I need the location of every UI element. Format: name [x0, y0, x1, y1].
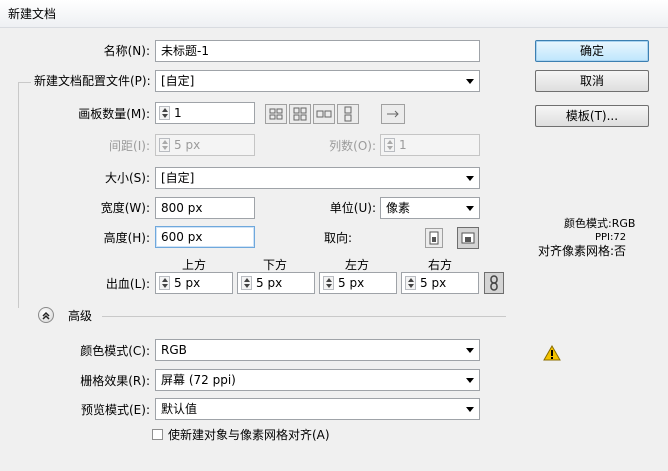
preview-mode-label: 预览模式(E): [81, 403, 150, 417]
arrange-by-column-icon [344, 106, 352, 122]
arrange-by-column-button[interactable] [337, 104, 359, 124]
width-label: 宽度(W): [100, 201, 150, 215]
group-frame [18, 82, 31, 308]
profile-select[interactable]: [自定] [155, 70, 480, 92]
bleed-top-input[interactable]: 5 px [155, 272, 233, 294]
stepper-icon[interactable] [323, 276, 334, 290]
name-input-value: 未标题-1 [161, 44, 209, 58]
size-select-value: [自定] [161, 171, 195, 185]
bleed-left-label: 左方 [345, 258, 370, 272]
profile-label: 新建文档配置文件(P): [34, 74, 151, 88]
stepper-icon [384, 138, 395, 152]
columns-input[interactable]: 1 [380, 134, 480, 156]
bleed-left-input[interactable]: 5 px [319, 272, 397, 294]
stepper-icon[interactable] [159, 276, 170, 290]
name-input[interactable]: 未标题-1 [155, 40, 480, 62]
columns-value: 1 [399, 138, 407, 152]
width-value: 800 px [161, 201, 203, 215]
bleed-bottom-label: 下方 [263, 258, 288, 272]
bleed-bottom-input[interactable]: 5 px [237, 272, 315, 294]
raster-effects-select[interactable]: 屏幕 (72 ppi) [155, 369, 480, 391]
chevron-down-icon [466, 407, 474, 412]
bleed-right-label: 右方 [428, 258, 453, 272]
size-select[interactable]: [自定] [155, 167, 480, 189]
portrait-button[interactable] [425, 228, 443, 248]
units-select[interactable]: 像素 [380, 197, 480, 219]
chevron-down-icon [466, 348, 474, 353]
stepper-icon [159, 138, 170, 152]
group-frame-top [18, 82, 31, 83]
stepper-icon[interactable] [405, 276, 416, 290]
bleed-left-value: 5 px [338, 276, 365, 290]
advanced-divider [102, 316, 506, 317]
landscape-icon [461, 232, 475, 244]
align-pixel-grid-checkbox[interactable] [152, 429, 163, 440]
artboard-count-label: 画板数量(M): [78, 107, 150, 121]
size-label: 大小(S): [104, 171, 150, 185]
raster-effects-value: 屏幕 (72 ppi) [161, 373, 236, 387]
window-title: 新建文档 [8, 7, 57, 21]
color-mode-label: 颜色模式(C): [80, 344, 150, 358]
warning-icon [543, 345, 561, 361]
advanced-toggle[interactable] [38, 307, 54, 323]
grid-by-row-icon [269, 108, 283, 120]
units-select-value: 像素 [386, 201, 411, 215]
grid-by-column-button[interactable] [289, 104, 311, 124]
preview-mode-value: 默认值 [161, 402, 198, 416]
cancel-button[interactable]: 取消 [535, 70, 649, 92]
raster-effects-label: 栅格效果(R): [80, 374, 150, 388]
ok-button[interactable]: 确定 [535, 40, 649, 62]
landscape-button[interactable] [457, 227, 479, 249]
stepper-icon[interactable] [159, 106, 170, 120]
chevron-down-icon [466, 378, 474, 383]
grid-by-column-icon [293, 107, 307, 121]
spacing-label: 间距(I): [109, 139, 150, 153]
advanced-label: 高级 [68, 309, 93, 323]
color-mode-select[interactable]: RGB [155, 339, 480, 361]
right-to-left-button[interactable] [381, 104, 405, 124]
align-pixel-grid-label[interactable]: 使新建对象与像素网格对齐(A) [168, 427, 330, 443]
link-bleed-button[interactable] [484, 272, 504, 294]
bleed-right-value: 5 px [420, 276, 447, 290]
arrange-by-row-icon [316, 110, 332, 118]
units-label: 单位(U): [329, 201, 376, 215]
artboard-count-input[interactable]: 1 [155, 102, 255, 124]
chevron-down-icon [466, 176, 474, 181]
height-input[interactable]: 600 px [155, 226, 255, 248]
width-input[interactable]: 800 px [155, 197, 255, 219]
profile-select-value: [自定] [161, 74, 195, 88]
spacing-value: 5 px [174, 138, 201, 152]
templates-button[interactable]: 模板(T)... [535, 105, 649, 127]
info-pixel-grid: 对齐像素网格:否 [538, 244, 627, 258]
stepper-icon[interactable] [241, 276, 252, 290]
bleed-top-value: 5 px [174, 276, 201, 290]
bleed-bottom-value: 5 px [256, 276, 283, 290]
chevron-down-icon [466, 206, 474, 211]
orientation-label: 取向: [324, 231, 353, 245]
columns-label: 列数(O): [329, 139, 376, 153]
artboard-count-value: 1 [174, 106, 182, 120]
arrange-by-row-button[interactable] [313, 104, 335, 124]
spacing-input[interactable]: 5 px [155, 134, 255, 156]
link-icon [490, 275, 498, 291]
height-label: 高度(H): [103, 231, 150, 245]
title-bar: 新建文档 [0, 0, 668, 28]
bleed-right-input[interactable]: 5 px [401, 272, 479, 294]
arrow-right-icon [387, 110, 399, 118]
preview-mode-select[interactable]: 默认值 [155, 398, 480, 420]
grid-by-row-button[interactable] [265, 104, 287, 124]
name-label: 名称(N): [103, 44, 150, 58]
portrait-icon [429, 231, 439, 245]
bleed-top-label: 上方 [182, 258, 207, 272]
color-mode-value: RGB [161, 343, 187, 357]
chevron-down-icon [466, 79, 474, 84]
chevron-up-icon [42, 311, 50, 320]
bleed-label: 出血(L): [105, 277, 150, 291]
height-value: 600 px [161, 230, 203, 244]
